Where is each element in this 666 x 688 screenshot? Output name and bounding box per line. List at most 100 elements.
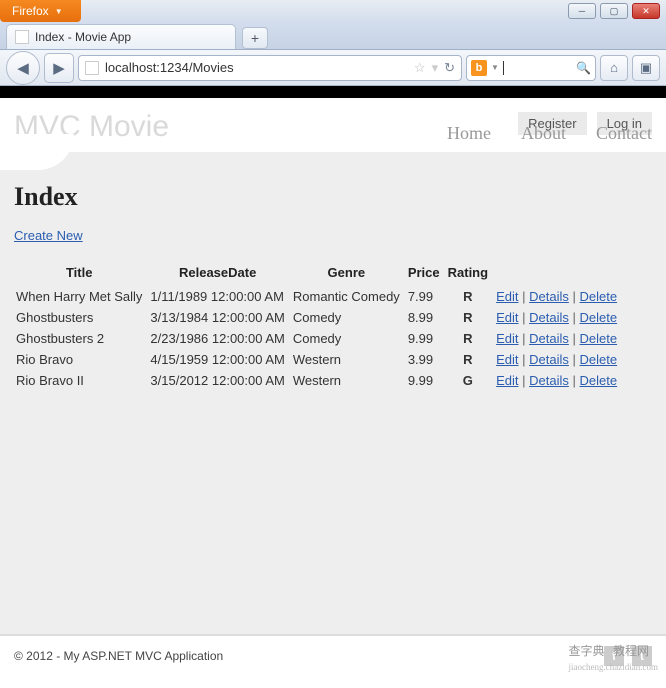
new-tab-button[interactable]: +: [242, 27, 268, 49]
cell-genre: Western: [291, 349, 406, 370]
close-button[interactable]: ✕: [632, 3, 660, 19]
delete-link[interactable]: Delete: [580, 352, 618, 367]
cell-release: 4/15/1959 12:00:00 AM: [148, 349, 290, 370]
cell-price: 3.99: [406, 349, 446, 370]
addon-button[interactable]: ▣: [632, 55, 660, 81]
edit-link[interactable]: Edit: [496, 352, 518, 367]
text-cursor: [503, 61, 504, 75]
firefox-label: Firefox: [12, 4, 49, 18]
top-accent-bar: [0, 86, 666, 98]
cell-title: Rio Bravo: [14, 349, 148, 370]
details-link[interactable]: Details: [529, 352, 569, 367]
address-bar[interactable]: ☆ ▾ ↻: [78, 55, 462, 81]
cell-actions: Edit | Details | Delete: [494, 349, 623, 370]
nav-about[interactable]: About: [521, 123, 566, 144]
maximize-button[interactable]: ▢: [600, 3, 628, 19]
watermark-sub: jiaocheng.chazidian.com: [569, 662, 658, 672]
search-bar[interactable]: b ▼ 🔍: [466, 55, 596, 81]
table-row: Ghostbusters3/13/1984 12:00:00 AMComedy8…: [14, 307, 623, 328]
browser-toolbar: ◀ ▶ ☆ ▾ ↻ b ▼ 🔍 ⌂ ▣: [0, 50, 666, 86]
cell-price: 9.99: [406, 328, 446, 349]
delete-link[interactable]: Delete: [580, 373, 618, 388]
reload-icon[interactable]: ↻: [444, 60, 455, 76]
table-row: Rio Bravo II3/15/2012 12:00:00 AMWestern…: [14, 370, 623, 391]
cell-actions: Edit | Details | Delete: [494, 307, 623, 328]
edit-link[interactable]: Edit: [496, 373, 518, 388]
cell-rating: R: [446, 286, 494, 307]
separator: ▾: [432, 60, 439, 76]
nav-contact[interactable]: Contact: [596, 123, 652, 144]
page-viewport: MVC Movie Register Log in Home About Con…: [0, 86, 666, 676]
create-new-link[interactable]: Create New: [14, 228, 83, 243]
nav-home[interactable]: Home: [447, 123, 491, 144]
tab-title: Index - Movie App: [35, 30, 131, 44]
url-input[interactable]: [105, 60, 408, 75]
details-link[interactable]: Details: [529, 289, 569, 304]
table-row: Rio Bravo4/15/1959 12:00:00 AMWestern3.9…: [14, 349, 623, 370]
cell-rating: R: [446, 307, 494, 328]
col-genre: Genre: [291, 261, 406, 286]
col-title: Title: [14, 261, 148, 286]
page-identity-icon: [85, 61, 99, 75]
browser-tab[interactable]: Index - Movie App: [6, 24, 236, 49]
home-button[interactable]: ⌂: [600, 55, 628, 81]
bing-icon: b: [471, 60, 487, 76]
cell-rating: R: [446, 328, 494, 349]
cell-actions: Edit | Details | Delete: [494, 370, 623, 391]
cell-release: 2/23/1986 12:00:00 AM: [148, 328, 290, 349]
col-price: Price: [406, 261, 446, 286]
cell-release: 3/15/2012 12:00:00 AM: [148, 370, 290, 391]
cell-genre: Comedy: [291, 328, 406, 349]
delete-link[interactable]: Delete: [580, 331, 618, 346]
cell-title: Ghostbusters 2: [14, 328, 148, 349]
movies-table: Title ReleaseDate Genre Price Rating Whe…: [14, 261, 623, 391]
site-footer: © 2012 - My ASP.NET MVC Application f t: [0, 634, 666, 676]
cell-title: When Harry Met Sally: [14, 286, 148, 307]
main-content: Index Create New Title ReleaseDate Genre…: [0, 152, 666, 405]
delete-link[interactable]: Delete: [580, 289, 618, 304]
favicon-icon: [15, 30, 29, 44]
cell-release: 1/11/1989 12:00:00 AM: [148, 286, 290, 307]
cell-title: Rio Bravo II: [14, 370, 148, 391]
cell-genre: Comedy: [291, 307, 406, 328]
cell-price: 7.99: [406, 286, 446, 307]
cell-price: 9.99: [406, 370, 446, 391]
edit-link[interactable]: Edit: [496, 310, 518, 325]
cell-actions: Edit | Details | Delete: [494, 328, 623, 349]
edit-link[interactable]: Edit: [496, 289, 518, 304]
main-nav: Home About Contact: [447, 123, 652, 144]
browser-menubar: Firefox ▼ ─ ▢ ✕: [0, 0, 666, 22]
browser-tabstrip: Index - Movie App +: [0, 22, 666, 50]
table-row: When Harry Met Sally1/11/1989 12:00:00 A…: [14, 286, 623, 307]
forward-button[interactable]: ▶: [44, 53, 74, 83]
search-engine-dropdown-icon[interactable]: ▼: [491, 63, 499, 72]
back-button[interactable]: ◀: [6, 51, 40, 85]
window-controls: ─ ▢ ✕: [562, 0, 666, 22]
col-actions: [494, 261, 623, 286]
copyright-text: © 2012 - My ASP.NET MVC Application: [14, 649, 223, 663]
minimize-button[interactable]: ─: [568, 3, 596, 19]
page-heading: Index: [14, 182, 652, 212]
edit-link[interactable]: Edit: [496, 331, 518, 346]
cell-price: 8.99: [406, 307, 446, 328]
table-row: Ghostbusters 22/23/1986 12:00:00 AMComed…: [14, 328, 623, 349]
table-header-row: Title ReleaseDate Genre Price Rating: [14, 261, 623, 286]
cell-rating: R: [446, 349, 494, 370]
col-release: ReleaseDate: [148, 261, 290, 286]
cell-title: Ghostbusters: [14, 307, 148, 328]
bookmark-icon[interactable]: ☆: [414, 60, 426, 76]
dropdown-icon: ▼: [55, 7, 63, 16]
cell-genre: Romantic Comedy: [291, 286, 406, 307]
col-rating: Rating: [446, 261, 494, 286]
site-header: MVC Movie Register Log in Home About Con…: [0, 98, 666, 152]
watermark-sep: 教程网: [613, 644, 649, 658]
cell-genre: Western: [291, 370, 406, 391]
search-icon[interactable]: 🔍: [576, 61, 591, 75]
delete-link[interactable]: Delete: [580, 310, 618, 325]
details-link[interactable]: Details: [529, 310, 569, 325]
details-link[interactable]: Details: [529, 331, 569, 346]
cell-actions: Edit | Details | Delete: [494, 286, 623, 307]
watermark-main: 查字典: [569, 644, 605, 658]
firefox-menu-button[interactable]: Firefox ▼: [0, 0, 81, 22]
details-link[interactable]: Details: [529, 373, 569, 388]
